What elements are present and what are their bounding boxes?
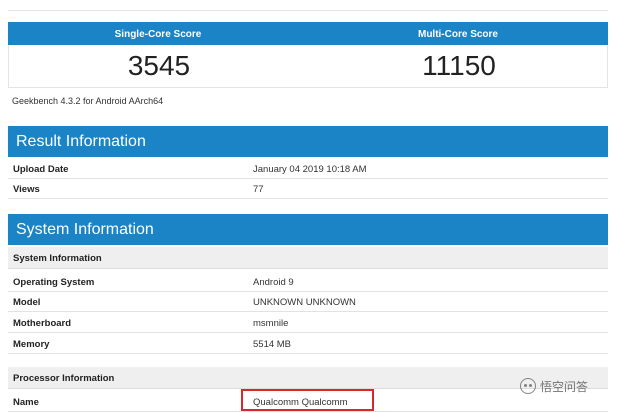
row-key: Views xyxy=(13,184,40,195)
watermark: 悟空问答 xyxy=(520,375,588,397)
row-key: Model xyxy=(13,297,41,308)
wukong-logo-icon xyxy=(520,378,536,394)
row-value: Android 9 xyxy=(253,277,294,288)
result-info-title: Result Information xyxy=(16,133,146,150)
top-divider xyxy=(8,10,608,11)
system-info-header: System Information xyxy=(8,214,608,245)
system-subheading: System Information xyxy=(8,247,608,269)
row-value: 5514 MB xyxy=(253,339,292,350)
table-row: Model UNKNOWN UNKNOWN xyxy=(8,292,608,312)
processor-subheading: Processor Information xyxy=(8,367,608,389)
row-value: 77 xyxy=(253,184,264,195)
watermark-text: 悟空问答 xyxy=(540,379,589,394)
row-value: msmnile xyxy=(253,318,289,329)
table-row: Operating System Android 9 xyxy=(8,272,608,292)
table-row: Motherboard msmnile xyxy=(8,313,608,333)
benchmark-version: Geekbench 4.3.2 for Android AArch64 xyxy=(12,96,164,106)
system-info-title: System Information xyxy=(16,221,154,238)
multi-core-score: 11150 xyxy=(422,50,496,81)
table-row: Upload Date January 04 2019 10:18 AM xyxy=(8,159,608,179)
row-key: Operating System xyxy=(13,277,95,288)
row-key: Motherboard xyxy=(13,318,72,329)
multi-core-label: Multi-Core Score xyxy=(417,29,498,40)
single-core-label: Single-Core Score xyxy=(114,29,202,40)
row-key: Upload Date xyxy=(13,164,69,175)
row-value: UNKNOWN UNKNOWN xyxy=(253,297,356,308)
single-core-score: 3545 xyxy=(127,50,191,81)
row-key: Name xyxy=(13,397,39,408)
result-info-header: Result Information xyxy=(8,126,608,157)
score-header: Single-Core Score Multi-Core Score xyxy=(8,22,608,45)
row-value: January 04 2019 10:18 AM xyxy=(253,164,367,175)
table-row: Memory 5514 MB xyxy=(8,334,608,354)
table-row: Views 77 xyxy=(8,179,608,199)
highlight-box xyxy=(241,389,374,411)
row-key: Memory xyxy=(13,339,50,350)
score-values: 3545 11150 xyxy=(8,45,608,88)
